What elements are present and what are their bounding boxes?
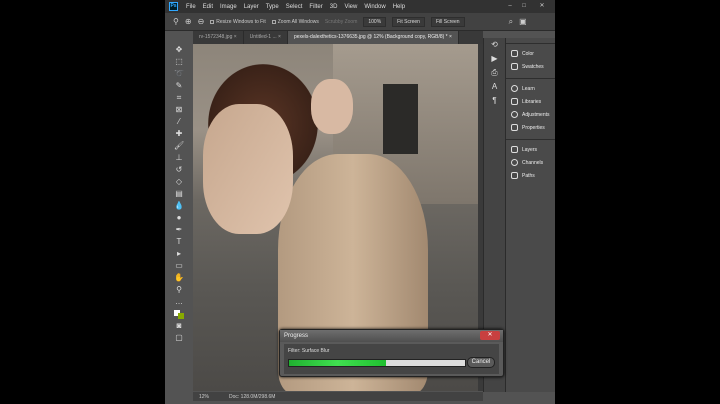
swatches-icon (511, 63, 518, 70)
quick-select-tool-icon[interactable]: ✎ (174, 80, 184, 92)
panel-libraries[interactable]: Libraries (506, 95, 555, 108)
menu-help[interactable]: Help (393, 4, 405, 10)
menu-edit[interactable]: Edit (203, 4, 213, 10)
color-icon (511, 50, 518, 57)
zoom-in-icon[interactable]: ⊕ (185, 17, 192, 26)
eraser-tool-icon[interactable]: ◇ (174, 176, 184, 188)
dialog-close-button[interactable]: ✕ (480, 331, 500, 340)
document-tabs: rv-1572348.jpg × Untitled-1 ... × pexels… (193, 31, 483, 44)
zoom-tool-icon[interactable]: ⚲ (173, 17, 179, 26)
blur-tool-icon[interactable]: 💧 (174, 200, 184, 212)
more-tools-icon[interactable]: … (174, 296, 184, 308)
progress-label: Filter: Surface Blur (288, 348, 330, 354)
panel-adjustments[interactable]: Adjustments (506, 108, 555, 121)
tab-document-active[interactable]: pexels-dalexthetics-1376635.jpg @ 12% (B… (287, 31, 459, 44)
actions-play-icon[interactable]: ▶ (484, 52, 505, 66)
learn-icon (511, 85, 518, 92)
menu-image[interactable]: Image (220, 4, 237, 10)
marquee-tool-icon[interactable]: ⬚ (174, 56, 184, 68)
crop-tool-icon[interactable]: ⌗ (174, 92, 184, 104)
paragraph-icon[interactable]: ¶ (484, 94, 505, 108)
quick-mask-icon[interactable]: ◙ (174, 320, 184, 332)
panel-learn[interactable]: Learn (506, 82, 555, 95)
eyedropper-tool-icon[interactable]: ⁄ (174, 116, 184, 128)
character-icon[interactable]: A (484, 80, 505, 94)
cancel-button[interactable]: Cancel (467, 357, 495, 368)
stamp-tool-icon[interactable]: ⊥ (174, 152, 184, 164)
menu-view[interactable]: View (344, 4, 357, 10)
photo-doorway (383, 84, 418, 154)
minimize-button[interactable]: – (503, 0, 517, 13)
channels-icon (511, 159, 518, 166)
gradient-tool-icon[interactable]: ▤ (174, 188, 184, 200)
progress-fill (289, 360, 386, 366)
panel-group-divider (506, 134, 555, 140)
dialog-title: Progress (280, 330, 503, 342)
healing-tool-icon[interactable]: ✚ (174, 128, 184, 140)
libraries-icon (511, 98, 518, 105)
resize-windows-checkbox[interactable]: Resize Windows to Fit (210, 19, 266, 25)
menu-layer[interactable]: Layer (244, 4, 259, 10)
zoom-out-icon[interactable]: ⊖ (198, 17, 205, 26)
panel-group-divider (506, 38, 555, 44)
hand-tool-icon[interactable]: ✋ (174, 272, 184, 284)
screen-mode-icon[interactable]: ▢ (174, 332, 184, 344)
search-icon[interactable]: ⌕ (509, 17, 513, 27)
menu-select[interactable]: Select (286, 4, 303, 10)
close-button[interactable]: ✕ (535, 0, 549, 13)
pen-tool-icon[interactable]: ✒ (174, 224, 184, 236)
doc-size: Doc: 128.0M/298.6M (229, 393, 276, 400)
options-bar: ⚲ ⊕ ⊖ Resize Windows to Fit Zoom All Win… (165, 13, 555, 31)
workspace-icon[interactable]: ▣ (519, 17, 527, 26)
adjustments-icon (511, 111, 518, 118)
menu-type[interactable]: Type (266, 4, 279, 10)
zoom-level[interactable]: 12% (199, 394, 209, 400)
photo-figure-arm (203, 104, 293, 234)
type-tool-icon[interactable]: T (174, 236, 184, 248)
brush-tool-icon[interactable]: 🖌 (174, 140, 184, 152)
progress-bar (288, 359, 466, 367)
panel-group-divider (506, 73, 555, 79)
lasso-tool-icon[interactable]: ➰ (174, 68, 184, 80)
zoom-100-button[interactable]: 100% (363, 16, 387, 27)
color-swatches-icon[interactable] (174, 308, 184, 320)
dodge-tool-icon[interactable]: ● (174, 212, 184, 224)
frame-tool-icon[interactable]: ⊠ (174, 104, 184, 116)
progress-dialog: Progress ✕ Filter: Surface Blur Cancel (279, 329, 504, 377)
fit-screen-button[interactable]: Fit Screen (392, 16, 425, 27)
properties-icon (511, 124, 518, 131)
panel-paths[interactable]: Paths (506, 169, 555, 182)
path-select-tool-icon[interactable]: ▸ (174, 248, 184, 260)
tab-document-2[interactable]: Untitled-1 ... × (244, 31, 288, 44)
panel-swatches[interactable]: Swatches (506, 60, 555, 73)
maximize-button[interactable]: □ (517, 0, 531, 13)
menu-window[interactable]: Window (364, 4, 385, 10)
panel-dock: Color Swatches Learn Libraries Adjustmen… (505, 38, 555, 392)
panel-layers[interactable]: Layers (506, 143, 555, 156)
dialog-body: Filter: Surface Blur Cancel (284, 344, 499, 374)
history-brush-icon[interactable]: ↺ (174, 164, 184, 176)
toolbar: ✥ ⬚ ➰ ✎ ⌗ ⊠ ⁄ ✚ 🖌 ⊥ ↺ ◇ ▤ 💧 ● ✒ T ▸ ▭ ✋ … (170, 44, 188, 349)
panel-channels[interactable]: Channels (506, 156, 555, 169)
panel-color[interactable]: Color (506, 47, 555, 60)
layers-icon (511, 146, 518, 153)
tab-document-1[interactable]: rv-1572348.jpg × (193, 31, 244, 44)
status-bar: 12% Doc: 128.0M/298.6M (193, 392, 483, 401)
move-tool-icon[interactable]: ✥ (174, 44, 184, 56)
menu-bar: Ps File Edit Image Layer Type Select Fil… (165, 0, 555, 13)
shape-tool-icon[interactable]: ▭ (174, 260, 184, 272)
history-icon[interactable]: ⟲ (484, 38, 505, 52)
menu-3d[interactable]: 3D (330, 4, 338, 10)
zoom-tool-icon[interactable]: ⚲ (174, 284, 184, 296)
menu-file[interactable]: File (186, 4, 196, 10)
zoom-all-checkbox[interactable]: Zoom All Windows (271, 19, 319, 25)
fill-screen-button[interactable]: Fill Screen (430, 16, 465, 27)
photo-figure-face (311, 79, 353, 134)
panel-properties[interactable]: Properties (506, 121, 555, 134)
clone-source-icon[interactable]: ⎙ (484, 66, 505, 80)
menu-filter[interactable]: Filter (309, 4, 322, 10)
scrubby-zoom-checkbox[interactable]: Scrubby Zoom (325, 19, 358, 25)
paths-icon (511, 172, 518, 179)
photoshop-logo: Ps (169, 2, 178, 11)
